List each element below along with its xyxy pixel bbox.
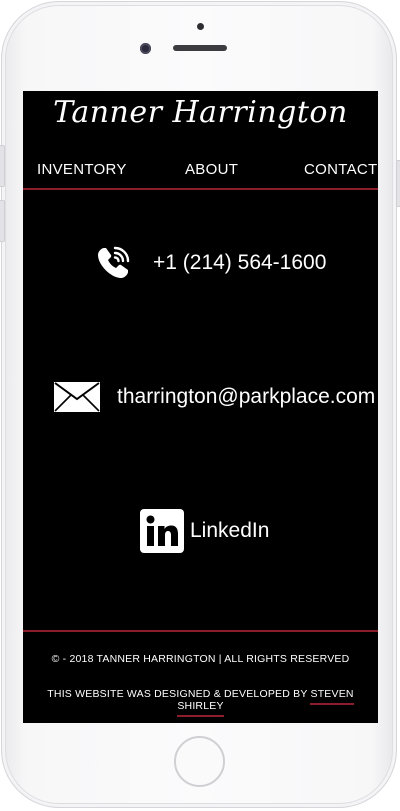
- footer-divider: [23, 630, 378, 632]
- phone-contact[interactable]: +1 (214) 564-1600: [95, 245, 326, 281]
- credit-line: THIS WEBSITE WAS DESIGNED & DEVELOPED BY…: [23, 688, 378, 717]
- envelope-icon: [53, 381, 101, 413]
- power-button: [396, 160, 400, 207]
- credit-prefix: THIS WEBSITE WAS DESIGNED & DEVELOPED BY: [47, 688, 311, 700]
- screen: Tanner Harrington INVENTORY ABOUT CONTAC…: [23, 91, 378, 723]
- home-button: [174, 736, 225, 787]
- nav-item-inventory[interactable]: INVENTORY: [37, 161, 127, 178]
- nav-item-about[interactable]: ABOUT: [185, 161, 238, 178]
- linkedin-icon: [140, 509, 184, 553]
- volume-down-button: [0, 200, 5, 242]
- main-nav: INVENTORY ABOUT CONTACT: [23, 161, 378, 183]
- email-contact[interactable]: tharrington@parkplace.com: [53, 381, 375, 413]
- site-brand[interactable]: Tanner Harrington: [23, 95, 378, 130]
- earpiece-speaker: [173, 45, 227, 51]
- linkedin-label: LinkedIn: [190, 519, 270, 542]
- copyright-text: © - 2018 TANNER HARRINGTON | ALL RIGHTS …: [51, 653, 350, 665]
- phone-icon: [95, 245, 131, 281]
- phone-number: +1 (214) 564-1600: [153, 251, 327, 274]
- nav-divider: [23, 188, 378, 190]
- linkedin-link[interactable]: LinkedIn: [140, 509, 269, 553]
- volume-up-button: [0, 145, 5, 187]
- nav-item-contact[interactable]: CONTACT: [304, 161, 377, 178]
- front-camera-icon: [140, 43, 151, 54]
- proximity-sensor: [197, 23, 204, 30]
- email-address: tharrington@parkplace.com: [117, 385, 376, 408]
